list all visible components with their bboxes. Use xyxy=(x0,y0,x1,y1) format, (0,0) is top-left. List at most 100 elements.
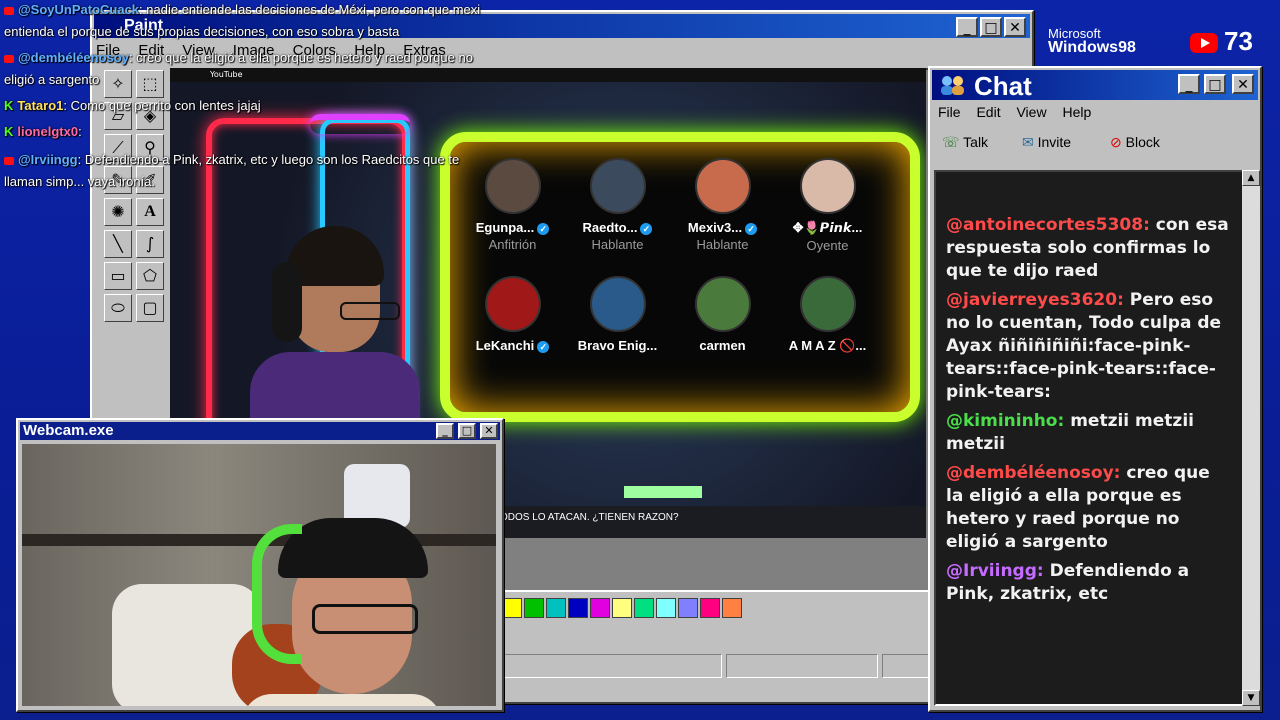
status-cell-2 xyxy=(726,654,878,678)
speaker-card[interactable]: LeKanchi ✓ xyxy=(460,276,565,376)
chat-menu-file[interactable]: File xyxy=(938,104,961,120)
speaker-card[interactable]: A M A Z 🚫... xyxy=(775,276,880,376)
webcam-window[interactable]: Webcam.exe _ □ ✕ xyxy=(16,418,504,712)
polygon-icon[interactable]: ⬠ xyxy=(136,262,164,290)
overlay-chat-line: @Irviingg: Defendiendo a Pink, zkatrix, … xyxy=(4,152,459,167)
speaker-card[interactable]: Egunpa... ✓ Anfitrión xyxy=(460,158,565,258)
speaker-name: carmen xyxy=(699,338,746,353)
text-tool-icon[interactable]: A xyxy=(136,198,164,226)
block-button[interactable]: ⊘ Block xyxy=(1110,134,1160,151)
verified-icon: ✓ xyxy=(745,222,758,235)
speaker-name: Mexiv3... ✓ xyxy=(670,220,775,235)
invite-button[interactable]: ✉ Invite xyxy=(1022,134,1071,151)
color-swatch[interactable] xyxy=(524,598,544,618)
chat-menu-edit[interactable]: Edit xyxy=(976,104,1000,120)
color-swatch[interactable] xyxy=(590,598,610,618)
chat-message: @Irviingg: Defendiendo a Pink, zkatrix, … xyxy=(946,560,1231,606)
speaker-card[interactable]: ✥🌷𝙋𝙞𝙣𝙠... Oyente xyxy=(775,158,880,258)
youtube-icon xyxy=(1190,33,1218,54)
chat-username[interactable]: @dembéléenosoy: xyxy=(946,463,1126,483)
chat-menu-view[interactable]: View xyxy=(1016,104,1046,120)
speaker-name: Raedto... ✓ xyxy=(565,220,670,235)
overlay-text: llaman simp... vaya ironía. xyxy=(4,174,156,189)
color-swatch[interactable] xyxy=(678,598,698,618)
talk-icon: ☏ xyxy=(942,134,960,150)
overlay-text: eligió a sargento xyxy=(4,72,100,87)
color-swatch[interactable] xyxy=(612,598,632,618)
speaker-card[interactable]: Bravo Enig... xyxy=(565,276,670,376)
chat-username[interactable]: @kimininho: xyxy=(946,411,1070,431)
rounded-rect-icon[interactable]: ▢ xyxy=(136,294,164,322)
minimize-button[interactable]: _ xyxy=(956,17,978,37)
chat-username[interactable]: @Irviingg: xyxy=(946,561,1050,581)
ellipse-icon[interactable]: ⬭ xyxy=(104,294,132,322)
color-swatch[interactable] xyxy=(722,598,742,618)
chat-username[interactable]: @javierreyes3620: xyxy=(946,290,1130,310)
chat-window[interactable]: Chat _ □ ✕ File Edit View Help ☏ Talk ✉ … xyxy=(928,66,1262,712)
webcam-maximize-button[interactable]: □ xyxy=(458,423,476,439)
kick-icon: K xyxy=(4,98,14,113)
overlay-username: @dembéléenosoy xyxy=(18,50,129,65)
webcam-video xyxy=(22,444,496,706)
chat-close-button[interactable]: ✕ xyxy=(1232,74,1254,94)
avatar xyxy=(694,158,751,214)
chat-messages: @antoinecortes5308: con esa respuesta so… xyxy=(946,214,1231,612)
maximize-button[interactable]: □ xyxy=(980,17,1002,37)
speaker-card[interactable]: carmen xyxy=(670,276,775,376)
rect-select-icon[interactable]: ⬚ xyxy=(136,70,164,98)
talk-button[interactable]: ☏ Talk xyxy=(942,134,988,151)
windows98-text: Windows98 xyxy=(1048,39,1136,56)
windows98-logo: Microsoft Windows98 xyxy=(1048,26,1136,57)
overlay-chat-line: eligió a sargento xyxy=(4,72,99,87)
color-swatch[interactable] xyxy=(546,598,566,618)
scroll-up-icon[interactable]: ▲ xyxy=(1242,170,1260,186)
close-button[interactable]: ✕ xyxy=(1004,17,1026,37)
chat-username[interactable]: @antoinecortes5308: xyxy=(946,215,1156,235)
overlay-text: : creo que la eligió a ella porque es he… xyxy=(128,50,473,65)
free-select-icon[interactable]: ✧ xyxy=(104,70,132,98)
chat-message: @javierreyes3620: Pero eso no lo cuentan… xyxy=(946,289,1231,404)
color-swatch[interactable] xyxy=(502,598,522,618)
paint-toolbox: ✧ ⬚ ▱ ◈ ⟋ ⚲ ✎ ✐ ✺ A ╲ ∫ ▭ ⬠ ⬭ ▢ xyxy=(98,70,168,360)
airbrush-icon[interactable]: ✺ xyxy=(104,198,132,226)
chat-menu-help[interactable]: Help xyxy=(1062,104,1091,120)
overlay-text: : Como que perrito con lentes jajaj xyxy=(63,98,261,113)
verified-icon: ✓ xyxy=(537,340,550,353)
youtube-logo: YouTube xyxy=(210,70,243,79)
overlay-username: @SoyUnPatoCuack xyxy=(18,2,140,17)
speaker-role: Anfitrión xyxy=(488,237,537,252)
chat-maximize-button[interactable]: □ xyxy=(1204,74,1226,94)
color-palette xyxy=(502,598,744,618)
speaker-name: A M A Z 🚫... xyxy=(788,338,867,353)
color-swatch[interactable] xyxy=(700,598,720,618)
color-swatch[interactable] xyxy=(634,598,654,618)
speaker-card[interactable]: Raedto... ✓ Hablante xyxy=(565,158,670,258)
speaker-role: Hablante xyxy=(696,237,749,252)
webcam-close-button[interactable]: ✕ xyxy=(480,423,498,439)
chat-scrollbar[interactable]: ▲ ▼ xyxy=(1242,170,1260,706)
rectangle-icon[interactable]: ▭ xyxy=(104,262,132,290)
webcam-minimize-button[interactable]: _ xyxy=(436,423,454,439)
overlay-chat-line: K Tataro1: Como que perrito con lentes ja… xyxy=(4,98,261,113)
chat-toolbar: ☏ Talk ✉ Invite ⊘ Block xyxy=(938,130,1248,160)
chat-people-icon xyxy=(941,76,964,95)
scroll-down-icon[interactable]: ▼ xyxy=(1242,690,1260,706)
chat-message: @dembéléenosoy: creo que la eligió a ell… xyxy=(946,462,1231,554)
chat-minimize-button[interactable]: _ xyxy=(1178,74,1200,94)
webcam-titlebar[interactable]: Webcam.exe _ □ ✕ xyxy=(20,422,500,440)
avatar xyxy=(484,158,541,214)
color-swatch[interactable] xyxy=(568,598,588,618)
verified-icon: ✓ xyxy=(537,222,550,235)
curve-icon[interactable]: ∫ xyxy=(136,230,164,258)
chat-log[interactable]: @antoinecortes5308: con esa respuesta so… xyxy=(934,170,1244,706)
color-swatch[interactable] xyxy=(656,598,676,618)
speaker-name: Egunpa... ✓ xyxy=(460,220,565,235)
space-speakers-panel: Egunpa... ✓ Anfitrión Raedto... ✓ Hablante Mex… xyxy=(440,132,920,422)
speaker-card[interactable]: Mexiv3... ✓ Hablante xyxy=(670,158,775,258)
kick-icon: K xyxy=(4,124,14,139)
chat-titlebar[interactable]: Chat _ □ ✕ xyxy=(932,70,1258,101)
line-icon[interactable]: ╲ xyxy=(104,230,132,258)
chat-message: @antoinecortes5308: con esa respuesta so… xyxy=(946,214,1231,283)
invite-label: Invite xyxy=(1037,134,1072,150)
overlay-username: lionelgtx0 xyxy=(17,124,79,139)
